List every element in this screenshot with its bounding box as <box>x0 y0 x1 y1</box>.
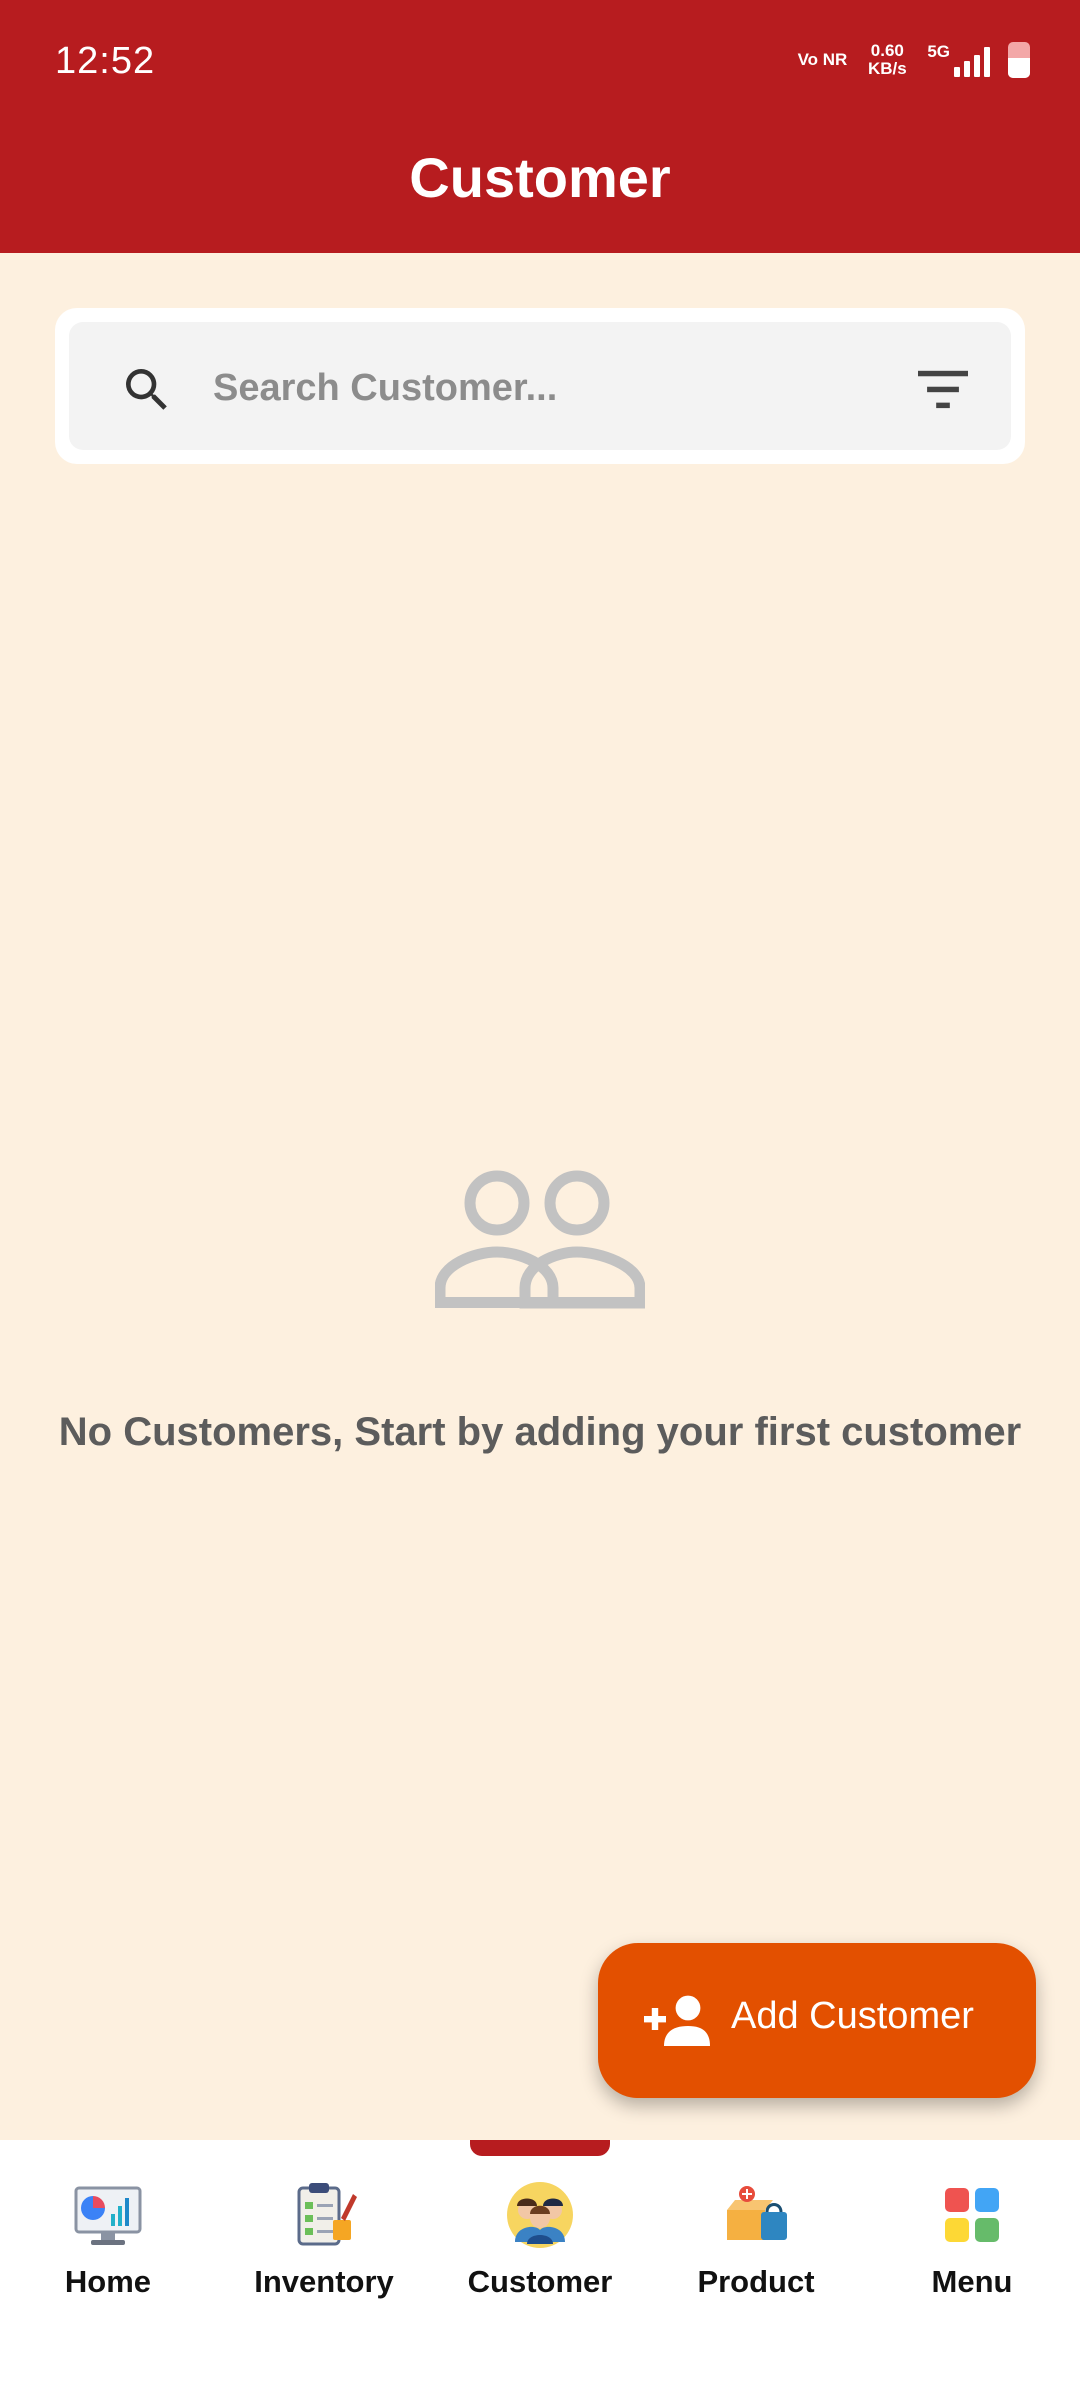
nav-label-home: Home <box>64 2264 152 2299</box>
dashboard-icon <box>74 2186 142 2245</box>
network-speed: 0.60 KB/s <box>867 41 907 78</box>
nav-label-inventory: Inventory <box>254 2264 394 2299</box>
search-container <box>55 308 1025 464</box>
add-customer-button[interactable]: Add Customer <box>598 1943 1036 2098</box>
signal-group: 5G <box>927 43 990 77</box>
status-time: 12:52 <box>55 40 156 82</box>
nav-item-home[interactable]: Home <box>0 2180 216 2330</box>
nav-label-customer: Customer <box>467 2264 613 2299</box>
filter-icon[interactable] <box>915 364 971 414</box>
grid-menu-icon <box>945 2188 999 2242</box>
search-input[interactable] <box>211 352 835 424</box>
nav-item-menu[interactable]: Menu <box>864 2180 1080 2330</box>
nav-item-inventory[interactable]: Inventory <box>216 2180 432 2330</box>
app-header: 12:52 Vo NR 0.60 KB/s 5G Customer <box>0 0 1080 253</box>
battery-icon <box>1008 42 1030 78</box>
signal-icon <box>954 43 990 77</box>
network-type: Vo NR <box>797 50 848 69</box>
bottom-navigation: Home Inventory Customer Product Menu <box>0 2140 1080 2408</box>
add-customer-label: Add Customer <box>731 1995 974 2037</box>
add-person-icon <box>644 1995 710 2046</box>
customers-icon <box>507 2182 573 2248</box>
status-indicators: Vo NR 0.60 KB/s 5G <box>798 42 1030 78</box>
empty-customers-icon <box>435 1170 645 1309</box>
nav-item-customer[interactable]: Customer <box>432 2180 648 2330</box>
search-icon <box>126 369 167 410</box>
page-title: Customer <box>409 146 671 209</box>
clipboard-icon <box>297 2183 357 2246</box>
product-box-icon <box>727 2186 787 2240</box>
network-generation: 5G <box>927 42 950 61</box>
nav-label-product: Product <box>697 2264 815 2299</box>
search-bar[interactable] <box>69 322 1011 450</box>
nav-item-product[interactable]: Product <box>648 2180 864 2330</box>
nav-label-menu: Menu <box>931 2264 1013 2299</box>
empty-state-message: No Customers, Start by adding your first… <box>58 1410 1022 1454</box>
active-tab-indicator <box>470 2140 610 2156</box>
